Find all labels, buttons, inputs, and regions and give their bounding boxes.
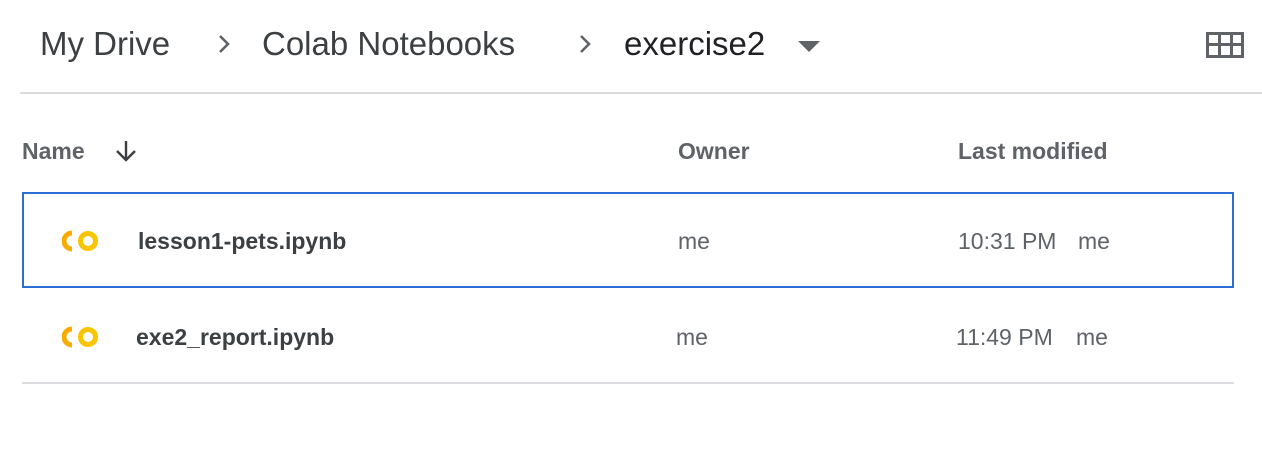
file-owner: me bbox=[676, 324, 708, 350]
file-modified-time: 10:31 PM bbox=[958, 228, 1057, 254]
column-header-row: Name Owner Last modified bbox=[0, 120, 1262, 180]
colab-icon bbox=[62, 326, 98, 348]
file-modified-time: 11:49 PM bbox=[956, 324, 1053, 350]
chevron-right-icon bbox=[580, 35, 591, 53]
breadcrumb-current-folder[interactable]: exercise2 bbox=[624, 23, 765, 65]
file-name[interactable]: exe2_report.ipynb bbox=[136, 322, 334, 352]
column-header-name[interactable]: Name bbox=[22, 136, 85, 166]
caret-down-icon[interactable] bbox=[796, 36, 822, 56]
arrow-down-icon[interactable] bbox=[112, 137, 140, 165]
file-row[interactable]: exe2_report.ipynb me 11:49 PM me bbox=[22, 288, 1234, 384]
divider bbox=[22, 382, 1234, 384]
file-row[interactable]: lesson1-pets.ipynb me 10:31 PM me bbox=[22, 192, 1234, 288]
file-owner: me bbox=[678, 228, 710, 254]
column-header-owner[interactable]: Owner bbox=[678, 136, 750, 166]
colab-icon bbox=[62, 230, 98, 252]
column-header-last-modified[interactable]: Last modified bbox=[958, 136, 1108, 166]
grid-view-icon[interactable] bbox=[1200, 26, 1250, 66]
breadcrumb-my-drive[interactable]: My Drive bbox=[40, 23, 170, 65]
chevron-right-icon bbox=[219, 35, 230, 53]
breadcrumb-colab-notebooks[interactable]: Colab Notebooks bbox=[262, 23, 515, 65]
divider bbox=[20, 92, 1262, 94]
file-modified-by: me bbox=[1076, 324, 1108, 350]
breadcrumb: My Drive Colab Notebooks exercise2 bbox=[0, 0, 1262, 92]
file-modified-by: me bbox=[1078, 228, 1110, 254]
file-name[interactable]: lesson1-pets.ipynb bbox=[138, 226, 346, 256]
